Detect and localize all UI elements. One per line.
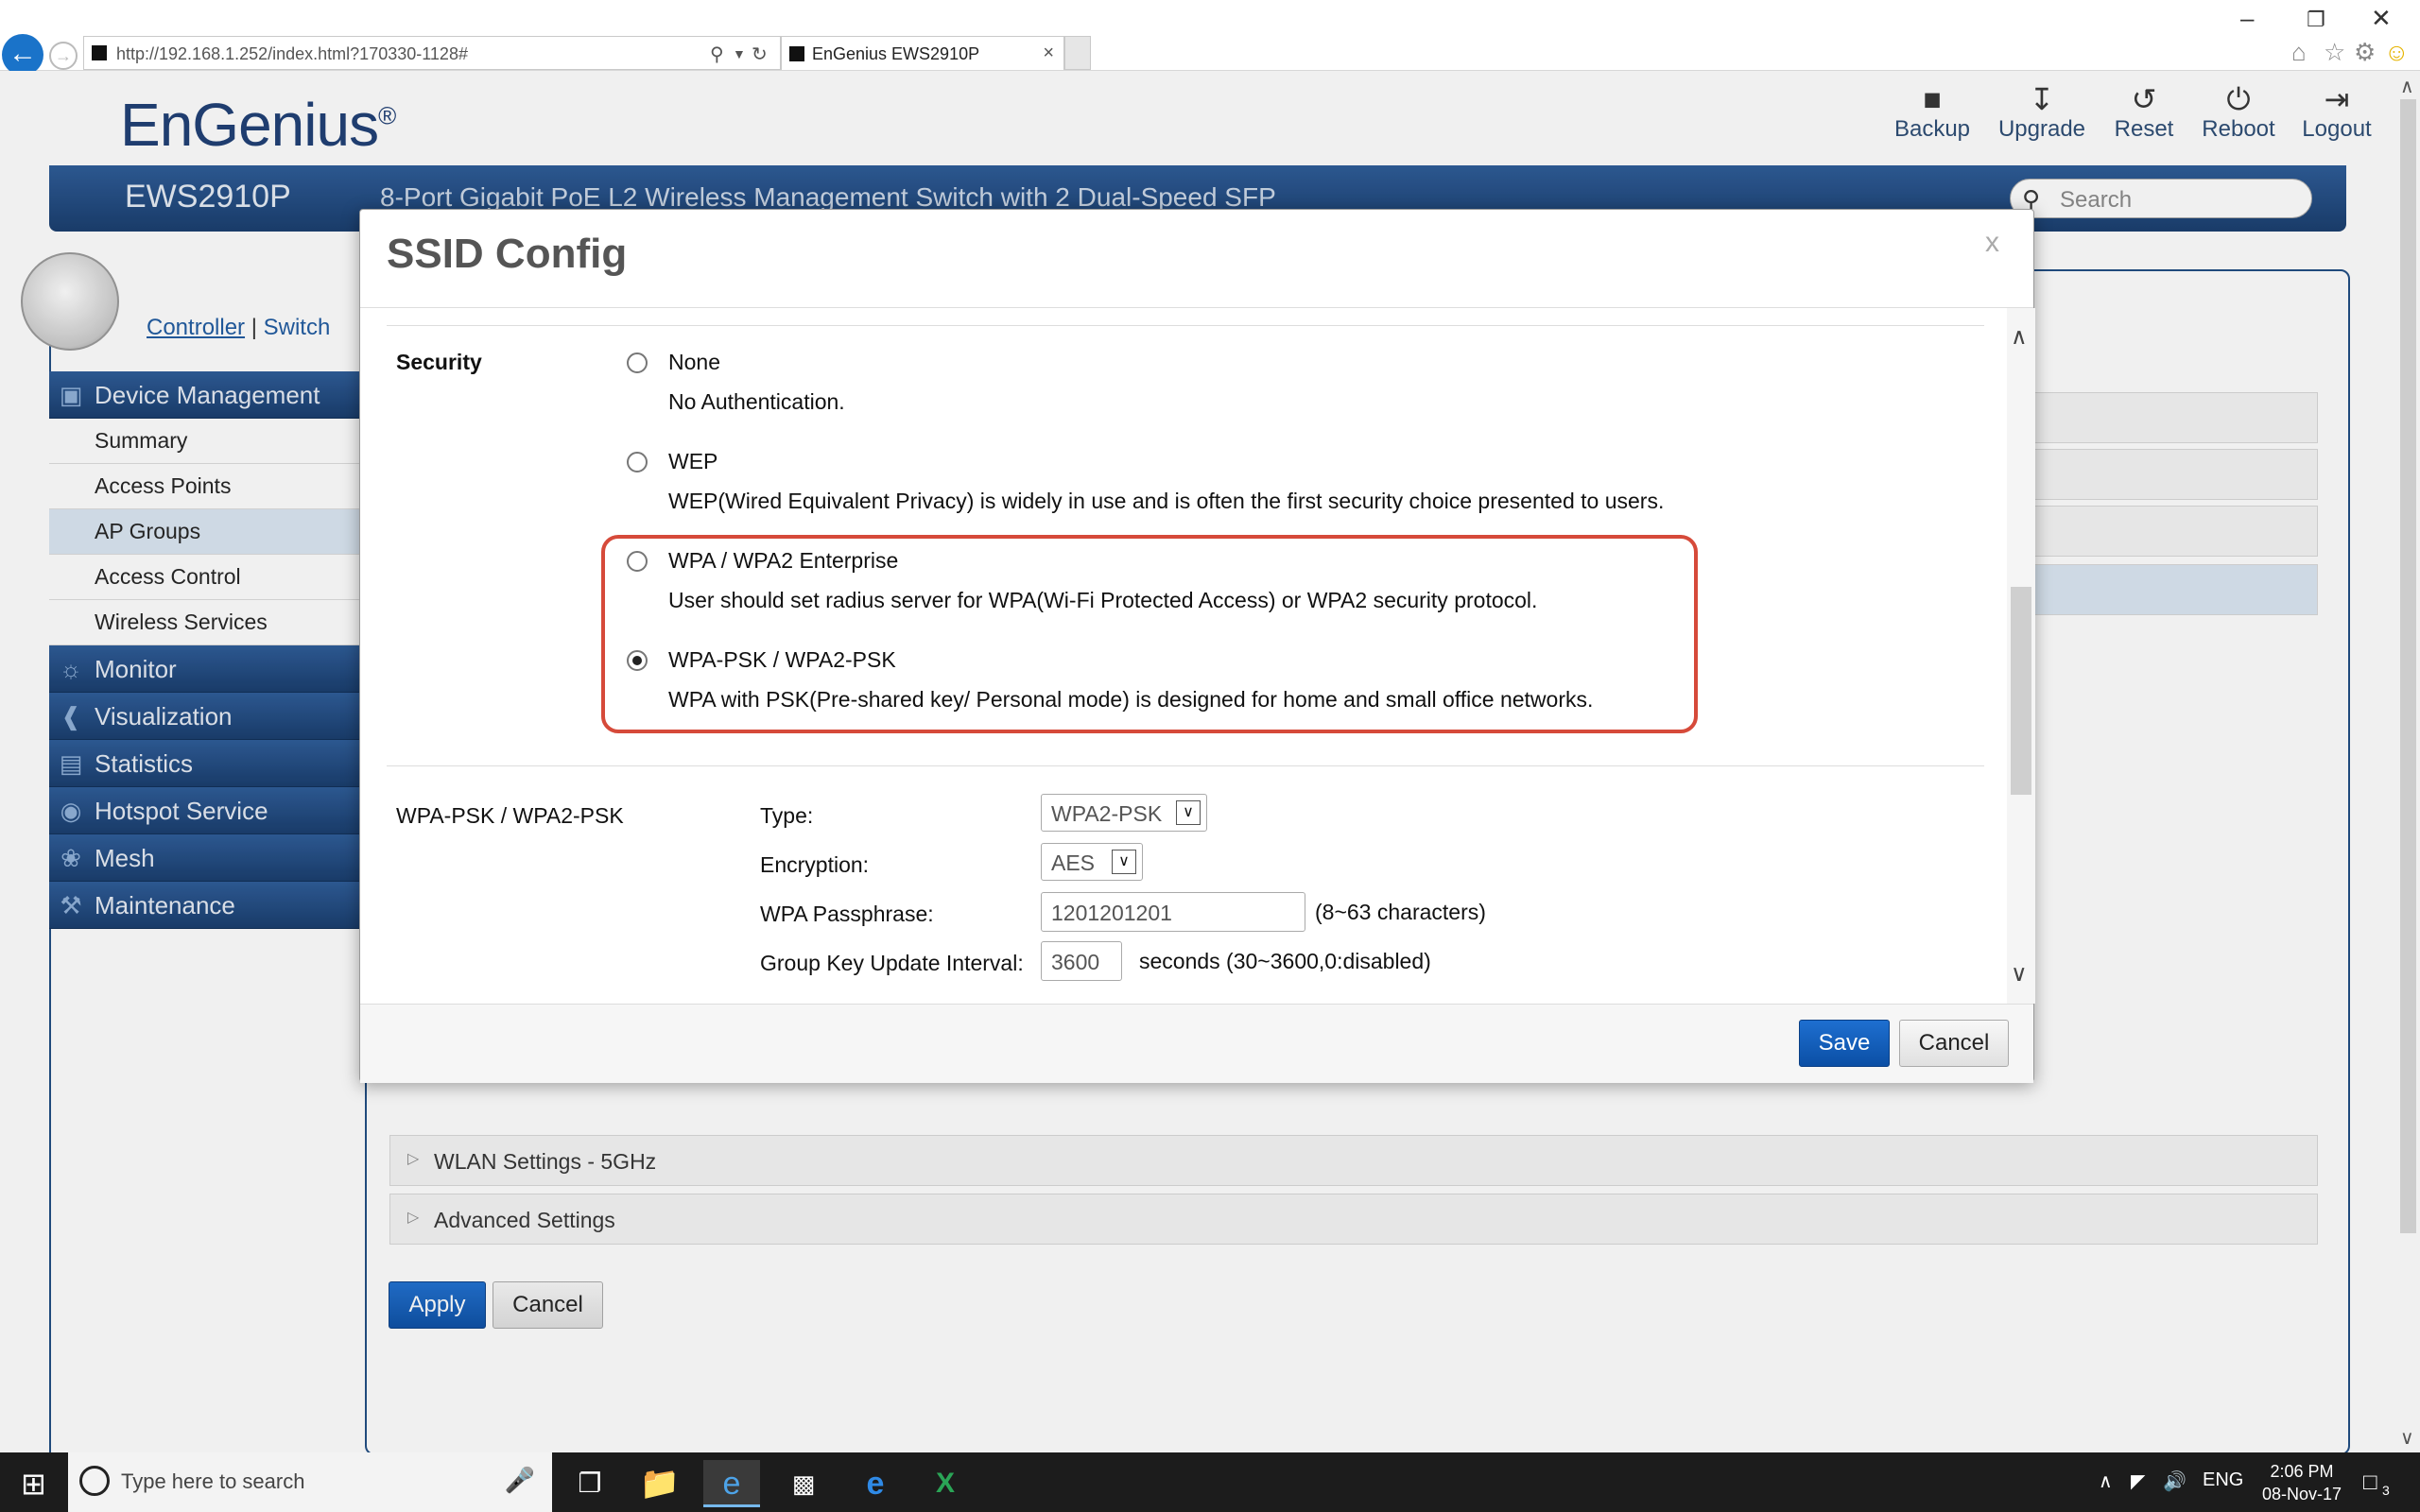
browser-chrome: ← → http://192.168.1.252/index.html?1703… (0, 0, 2420, 76)
divider (387, 765, 1984, 766)
taskbar-search[interactable]: Type here to search 🎤 (68, 1452, 552, 1512)
search-icon[interactable]: ⚲ (710, 43, 724, 66)
security-wpa-enterprise-radio[interactable] (627, 551, 648, 572)
internet-explorer-icon[interactable]: e (703, 1460, 760, 1507)
scrollbar-thumb[interactable] (2011, 587, 2031, 795)
option-label: WPA / WPA2 Enterprise (668, 548, 899, 573)
edge-icon[interactable]: e (847, 1460, 904, 1507)
passphrase-input[interactable]: 1201201201 (1041, 892, 1305, 932)
taskbar: ⊞ Type here to search 🎤 ❐ 📁 e ▩ e X ∧ ◤ … (0, 1452, 2420, 1512)
smiley-icon[interactable]: ☺ (2384, 38, 2410, 67)
option-label: None (668, 350, 720, 374)
type-label: Type: (760, 803, 814, 828)
passphrase-label: WPA Passphrase: (760, 902, 934, 926)
back-arrow-icon[interactable]: ← (2, 34, 43, 76)
security-none-radio[interactable] (627, 352, 648, 373)
favicon-icon (789, 46, 804, 61)
network-icon[interactable]: ◤ (2131, 1469, 2145, 1493)
cancel-button[interactable]: Cancel (1899, 1020, 2009, 1067)
browser-tab[interactable]: EnGenius EWS2910P × (781, 36, 1064, 70)
star-icon[interactable]: ☆ (2324, 38, 2345, 67)
tab-title: EnGenius EWS2910P (812, 44, 980, 63)
url-text: http://192.168.1.252/index.html?170330-1… (116, 44, 468, 63)
psk-section-label: WPA-PSK / WPA2-PSK (396, 803, 624, 828)
ssid-config-dialog: SSID Config x Security None No Authentic… (359, 209, 2035, 1083)
chevron-down-icon: ∨ (1112, 850, 1136, 874)
dialog-title: SSID Config (387, 231, 628, 277)
terminal-icon[interactable]: ▩ (775, 1460, 832, 1507)
notification-count: 3 (2382, 1483, 2390, 1498)
dialog-body: Security None No Authentication. WEP WEP… (360, 308, 2035, 1004)
security-wpa-psk-radio[interactable] (627, 650, 648, 671)
language-indicator[interactable]: ENG (2203, 1469, 2243, 1491)
microphone-icon[interactable]: 🎤 (505, 1466, 535, 1495)
interval-input[interactable]: 3600 (1041, 941, 1122, 981)
chevron-down-icon[interactable]: ▼ (733, 46, 746, 61)
interval-hint: seconds (30~3600,0:disabled) (1139, 949, 1431, 973)
refresh-icon[interactable]: ↻ (752, 43, 768, 66)
dialog-scrollbar[interactable]: ∧ ∨ (2007, 308, 2035, 1004)
security-wep-radio[interactable] (627, 452, 648, 472)
option-desc: No Authentication. (668, 389, 845, 414)
file-explorer-icon[interactable]: 📁 (631, 1460, 688, 1507)
chevron-down-icon[interactable]: ∨ (2011, 960, 2028, 988)
encryption-label: Encryption: (760, 852, 870, 877)
option-desc: WPA with PSK(Pre-shared key/ Personal mo… (668, 687, 1594, 712)
close-icon[interactable]: x (1985, 227, 1999, 259)
close-window-icon[interactable]: ✕ (2371, 4, 2392, 33)
chevron-up-icon[interactable]: ∧ (2099, 1469, 2113, 1493)
task-view-icon[interactable]: ❐ (562, 1460, 618, 1507)
security-label: Security (396, 350, 482, 374)
option-desc: User should set radius server for WPA(Wi… (668, 588, 1538, 612)
interval-label: Group Key Update Interval: (760, 951, 1024, 975)
cortana-icon (79, 1466, 110, 1496)
volume-icon[interactable]: 🔊 (2163, 1469, 2187, 1493)
save-button[interactable]: Save (1799, 1020, 1890, 1067)
address-bar[interactable]: http://192.168.1.252/index.html?170330-1… (83, 36, 781, 70)
passphrase-hint: (8~63 characters) (1315, 900, 1486, 924)
forward-arrow-icon[interactable]: → (49, 42, 78, 70)
page-scrollbar[interactable]: ∧ ∨ (2396, 71, 2420, 1452)
home-icon[interactable]: ⌂ (2291, 38, 2307, 67)
chevron-up-icon[interactable]: ∧ (2011, 323, 2028, 351)
option-desc: WEP(Wired Equivalent Privacy) is widely … (668, 489, 1665, 513)
windows-start-icon[interactable]: ⊞ (21, 1466, 46, 1502)
gear-icon[interactable]: ⚙ (2354, 38, 2376, 67)
notifications-icon[interactable]: □ (2363, 1469, 2377, 1496)
divider (387, 325, 1984, 326)
taskbar-search-placeholder: Type here to search (121, 1469, 305, 1493)
dialog-footer: Save Cancel (360, 1004, 2033, 1083)
scrollbar-thumb[interactable] (2400, 99, 2416, 1233)
close-tab-icon[interactable]: × (1043, 43, 1054, 64)
option-label: WPA-PSK / WPA2-PSK (668, 647, 896, 672)
type-select[interactable]: WPA2-PSK ∨ (1041, 794, 1207, 832)
new-tab-button[interactable] (1064, 36, 1091, 70)
clock[interactable]: 2:06 PM 08-Nov-17 (2250, 1460, 2354, 1505)
chevron-up-icon[interactable]: ∧ (2400, 75, 2414, 98)
encryption-select[interactable]: AES ∨ (1041, 843, 1143, 881)
chevron-down-icon: ∨ (1176, 800, 1201, 825)
page-content: EnGenius® ■ Backup ↧ Upgrade ↺ Reset ⏻ Reboo… (0, 71, 2396, 1452)
chevron-down-icon[interactable]: ∨ (2400, 1426, 2414, 1450)
minimize-icon[interactable]: – (2240, 4, 2254, 33)
restore-icon[interactable]: ❐ (2307, 8, 2325, 32)
favicon-icon (92, 45, 107, 60)
option-label: WEP (668, 449, 718, 473)
excel-icon[interactable]: X (917, 1460, 974, 1507)
